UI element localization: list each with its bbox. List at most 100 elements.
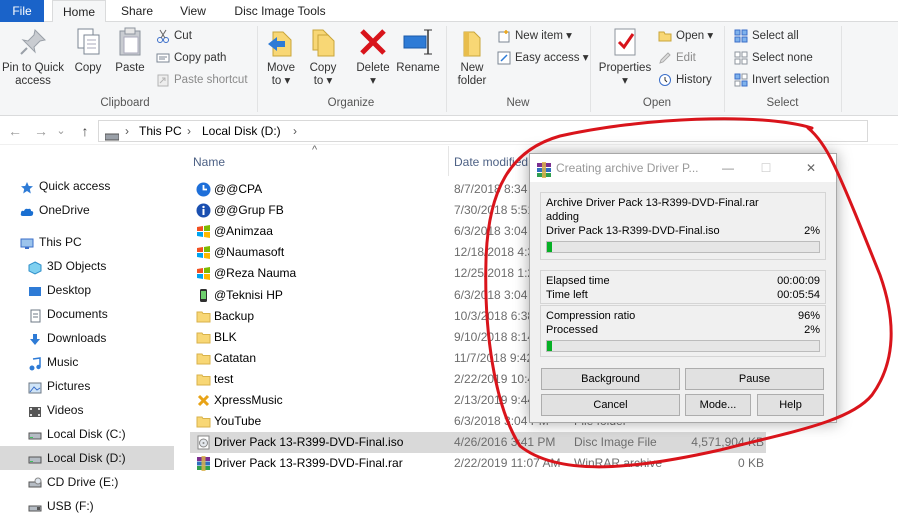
breadcrumb-this-pc[interactable]: This PC: [139, 121, 182, 141]
file-size: 0 KB: [737, 456, 764, 471]
copy-button[interactable]: Copy: [70, 26, 106, 75]
copy-path-icon: [156, 51, 170, 65]
nav-item-3d-objects[interactable]: 3D Objects: [0, 254, 174, 278]
invert-selection-button[interactable]: Invert selection: [732, 70, 829, 90]
processed-label: Processed: [546, 324, 598, 336]
ribbon: Pin to Quick access Copy Paste Cut Copy …: [0, 22, 898, 116]
nav-item-local-disk-c[interactable]: Local Disk (C:): [0, 422, 174, 446]
nav-item-documents[interactable]: Documents: [0, 302, 174, 326]
open-label: Open ▾: [676, 30, 714, 42]
breadcrumb-local-disk-d[interactable]: Local Disk (D:): [202, 121, 281, 141]
nav-item-label: Music: [47, 355, 79, 369]
nav-item-local-disk-d[interactable]: Local Disk (D:): [0, 446, 174, 470]
winrar-icon: [536, 160, 552, 178]
tab-share[interactable]: Share: [112, 0, 162, 22]
archive-name: Archive Driver Pack 13-R399-DVD-Final.ra…: [546, 197, 759, 209]
tab-view[interactable]: View: [168, 0, 218, 22]
drive-icon: [104, 127, 120, 141]
folder-icon: [196, 351, 211, 366]
cut-button[interactable]: Cut: [154, 26, 192, 46]
pin-label-line1: Pin to Quick: [2, 62, 64, 74]
properties-button[interactable]: Properties ▾: [596, 26, 654, 88]
nav-item-this-pc[interactable]: This PC: [0, 230, 174, 254]
nav-item-cd-drive-e[interactable]: CD Drive (E:): [0, 470, 174, 494]
edit-button[interactable]: Edit: [656, 48, 696, 68]
rename-button[interactable]: Rename: [396, 26, 440, 75]
file-name: YouTube: [214, 414, 262, 429]
move-to-button[interactable]: Move to ▾: [262, 26, 300, 88]
delete-label-line2: ▾: [370, 75, 376, 87]
file-name: @Reza Nauma: [214, 266, 297, 281]
move-label-line2: to ▾: [271, 75, 291, 87]
nav-item-label: USB (F:): [47, 499, 94, 513]
breadcrumb-separator: ›: [187, 124, 191, 138]
nav-item-desktop[interactable]: Desktop: [0, 278, 174, 302]
file-row[interactable]: Driver Pack 13-R399-DVD-Final.rar 2/22/20…: [190, 453, 766, 474]
column-header-name[interactable]: Name: [193, 155, 225, 169]
open-button[interactable]: Open ▾: [656, 26, 713, 46]
folder-icon: [196, 309, 211, 324]
up-button[interactable]: ↑: [74, 120, 96, 142]
close-button[interactable]: ✕: [796, 154, 826, 182]
sort-indicator: ^: [312, 144, 318, 156]
file-date-modified: 12/18/2018 4:3: [454, 245, 535, 260]
file-date-modified: 11/7/2018 9:42: [454, 350, 534, 365]
file-date-modified: 12/25/2018 1:2: [454, 266, 535, 281]
delete-button[interactable]: Delete ▾: [353, 26, 393, 88]
select-none-button[interactable]: Select none: [732, 48, 813, 68]
history-button[interactable]: History: [656, 70, 712, 90]
file-date-modified: 7/30/2018 5:51: [454, 203, 535, 218]
new-folder-button[interactable]: New folder: [452, 26, 492, 88]
history-clock-icon: [658, 73, 672, 87]
forward-button[interactable]: →: [30, 120, 52, 142]
tab-disc-image-tools[interactable]: Disc Image Tools: [226, 0, 334, 22]
desktop-icon: [28, 283, 42, 297]
action-text: adding: [546, 211, 580, 223]
nav-item-usb-f[interactable]: USB (F:): [0, 494, 174, 518]
back-button[interactable]: ←: [4, 120, 26, 142]
recent-locations-button[interactable]: ⌄: [54, 120, 68, 142]
file-row[interactable]: Driver Pack 13-R399-DVD-Final.iso 4/26/20…: [190, 432, 766, 454]
nav-item-pictures[interactable]: Pictures: [0, 374, 174, 398]
windows-logo-icon: [196, 224, 211, 239]
copy-to-button[interactable]: Copy to ▾: [304, 26, 342, 88]
easy-access-button[interactable]: Easy access ▾: [495, 48, 589, 68]
cancel-button[interactable]: Cancel: [541, 394, 680, 416]
copy-icon: [72, 26, 104, 58]
column-divider: [448, 146, 449, 176]
total-progress-fill: [547, 341, 553, 351]
copy-path-button[interactable]: Copy path: [154, 48, 226, 68]
address-box[interactable]: › This PC › Local Disk (D:) ›: [98, 120, 868, 142]
file-size: 4,571,904 KB: [691, 435, 764, 450]
rename-icon: [402, 26, 434, 58]
background-button[interactable]: Background: [541, 368, 680, 390]
winrar-progress-dialog: Creating archive Driver P... — ☐ ✕ Archi…: [529, 153, 837, 423]
maximize-button[interactable]: ☐: [751, 154, 781, 182]
pin-to-quick-access-button[interactable]: Pin to Quick access: [0, 26, 66, 88]
nav-item-downloads[interactable]: Downloads: [0, 326, 174, 350]
tab-file[interactable]: File: [0, 0, 44, 22]
mode-button[interactable]: Mode...: [685, 394, 751, 416]
nav-item-onedrive[interactable]: OneDrive: [0, 198, 174, 222]
easy-access-label: Easy access ▾: [515, 52, 589, 64]
ratio-panel: Compression ratio 96% Processed 2%: [540, 305, 826, 357]
tab-home[interactable]: Home: [52, 0, 106, 23]
paste-button[interactable]: Paste: [112, 26, 148, 75]
nav-item-music[interactable]: Music: [0, 350, 174, 374]
minimize-button[interactable]: —: [713, 154, 743, 182]
paste-shortcut-label: Paste shortcut: [174, 74, 248, 86]
file-name: BLK: [214, 329, 237, 344]
select-all-button[interactable]: Select all: [732, 26, 799, 46]
help-button[interactable]: Help: [757, 394, 824, 416]
new-item-button[interactable]: New item ▾: [495, 26, 572, 46]
folder-icon: [196, 330, 211, 345]
nav-item-quick-access[interactable]: Quick access: [0, 174, 174, 198]
paste-shortcut-button[interactable]: Paste shortcut: [154, 70, 248, 90]
pause-button[interactable]: Pause: [685, 368, 824, 390]
music-app-icon: [196, 393, 211, 408]
properties-label: Properties: [598, 62, 652, 74]
pictures-icon: [28, 379, 42, 394]
nav-item-videos[interactable]: Videos: [0, 398, 174, 422]
copy-to-icon: [307, 26, 339, 58]
column-header-date-modified[interactable]: Date modified: [454, 155, 528, 169]
